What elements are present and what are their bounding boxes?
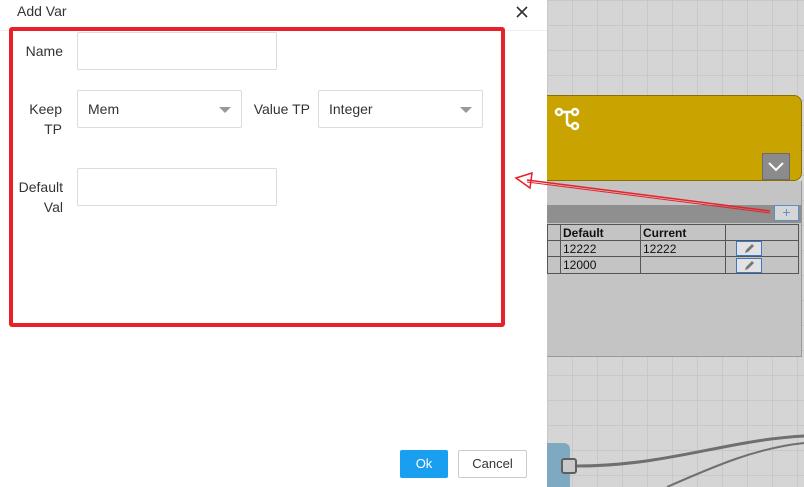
name-input[interactable] (77, 32, 277, 70)
ok-button[interactable]: Ok (400, 450, 448, 478)
add-var-button[interactable]: + (774, 205, 799, 221)
table-header-current: Current (640, 224, 726, 241)
name-label: Name (25, 43, 63, 59)
table-cell-default: 12000 (560, 256, 641, 274)
flow-canvas[interactable]: + Default Current 12222 12222 12000 (547, 0, 804, 487)
edit-button[interactable] (736, 241, 762, 257)
table-row: 12000 (547, 256, 799, 274)
table-header-default: Default (560, 224, 641, 241)
caret-down-icon (219, 107, 231, 113)
node-body: + Default Current 12222 12222 12000 (547, 181, 802, 357)
keep-tp-label-line2: TP (44, 121, 62, 137)
port-connector[interactable] (561, 458, 577, 474)
default-val-label-line1: Default (18, 179, 63, 195)
pencil-icon (745, 260, 754, 270)
vars-table: Default Current 12222 12222 12000 (547, 224, 799, 274)
keep-tp-value: Mem (88, 101, 120, 117)
dialog-title: Add Var (17, 3, 67, 19)
table-header-row: Default Current (547, 224, 799, 241)
table-cell (547, 256, 561, 274)
edit-button[interactable] (736, 257, 762, 273)
value-tp-select[interactable]: Integer (318, 90, 483, 128)
collapse-button[interactable] (762, 153, 790, 180)
chevron-down-icon (768, 162, 784, 172)
caret-down-icon (460, 107, 472, 113)
table-cell-current (640, 256, 726, 274)
dialog-header: Add Var (0, 0, 547, 31)
default-val-input[interactable] (77, 168, 277, 206)
plus-icon: + (782, 204, 791, 220)
node-header[interactable] (547, 95, 802, 181)
vars-toolbar: + (547, 205, 802, 223)
keep-tp-select[interactable]: Mem (77, 90, 242, 128)
table-cell-actions (725, 239, 799, 258)
add-var-dialog: Add Var Name Keep TP Mem Value TP Intege… (0, 0, 547, 487)
branch-icon (554, 107, 580, 131)
value-tp-label: Value TP (253, 101, 310, 117)
table-row: 12222 12222 (547, 239, 799, 258)
table-cell (547, 239, 561, 258)
table-header (547, 224, 561, 241)
table-cell-default: 12222 (560, 239, 641, 258)
cancel-button[interactable]: Cancel (458, 450, 527, 478)
close-icon[interactable] (514, 4, 530, 20)
screen: + Default Current 12222 12222 12000 Add … (0, 0, 804, 487)
table-header (725, 224, 799, 241)
default-val-label-line2: Val (43, 199, 63, 215)
pencil-icon (745, 244, 754, 254)
value-tp-value: Integer (329, 101, 373, 117)
keep-tp-label-line1: Keep (29, 101, 62, 117)
table-cell-actions (725, 256, 799, 274)
table-cell-current: 12222 (640, 239, 726, 258)
